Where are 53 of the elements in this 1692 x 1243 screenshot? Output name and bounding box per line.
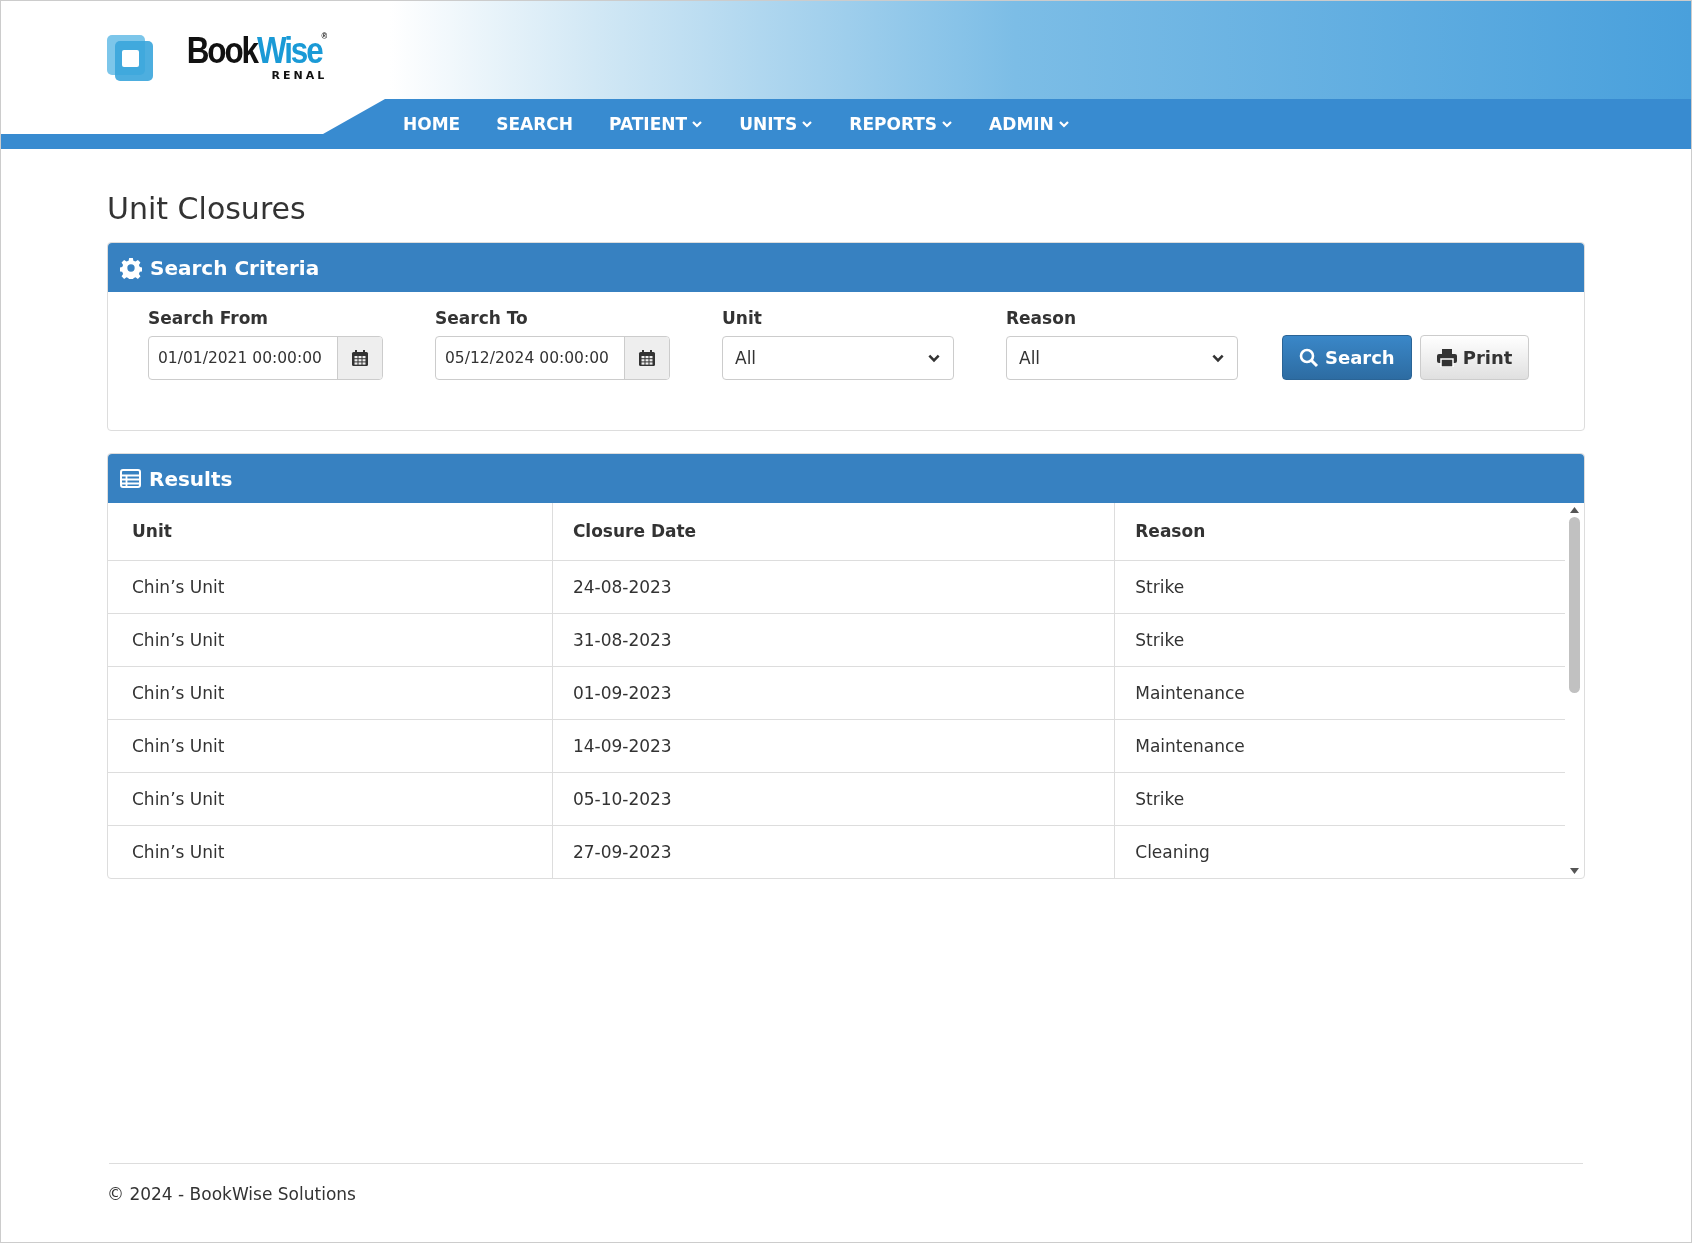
panel-title: Results bbox=[149, 466, 233, 491]
field-label: Unit bbox=[722, 308, 763, 328]
table-cell: Strike bbox=[1114, 772, 1565, 825]
table-cell: Strike bbox=[1114, 613, 1565, 666]
field-label: Search To bbox=[435, 308, 529, 328]
panel-title: Search Criteria bbox=[150, 255, 320, 280]
print-button[interactable]: Print bbox=[1419, 335, 1530, 380]
calendar-icon bbox=[638, 349, 656, 367]
gear-icon bbox=[120, 256, 142, 279]
calendar-button[interactable] bbox=[337, 337, 382, 379]
table-cell: 05-10-2023 bbox=[552, 772, 1115, 825]
logo-wordmark: BookWise® bbox=[186, 32, 328, 69]
table-cell: Chin’s Unit bbox=[108, 772, 553, 825]
nav-link[interactable]: REPORTS bbox=[831, 114, 972, 134]
nav-link[interactable]: SEARCH bbox=[478, 114, 592, 134]
column-header: Closure Date bbox=[552, 503, 1115, 560]
table-icon bbox=[120, 469, 141, 488]
search-icon bbox=[1299, 347, 1319, 368]
search-button[interactable]: Search bbox=[1282, 335, 1412, 380]
table-cell: Strike bbox=[1114, 560, 1565, 613]
table-cell: Chin’s Unit bbox=[108, 560, 553, 613]
table-cell: 31-08-2023 bbox=[552, 613, 1115, 666]
table-cell: Chin’s Unit bbox=[108, 666, 553, 719]
select-dropdown[interactable]: All bbox=[722, 336, 954, 380]
page-title: Unit Closures bbox=[107, 191, 307, 226]
table-cell: 14-09-2023 bbox=[552, 719, 1115, 772]
logo-subtitle: RENAL bbox=[271, 69, 328, 82]
table-cell: 01-09-2023 bbox=[552, 666, 1115, 719]
scroll-down-icon[interactable] bbox=[1570, 868, 1579, 874]
table-cell: Chin’s Unit bbox=[108, 825, 553, 878]
nav-link[interactable]: ADMIN bbox=[971, 114, 1088, 134]
scroll-up-icon[interactable] bbox=[1570, 507, 1579, 513]
calendar-button[interactable] bbox=[624, 337, 669, 379]
column-header: Unit bbox=[108, 503, 553, 560]
nav-link[interactable]: HOME bbox=[385, 114, 479, 134]
table-cell: Maintenance bbox=[1114, 666, 1565, 719]
footer-text: © 2024 - BookWise Solutions bbox=[107, 1184, 357, 1204]
column-header: Reason bbox=[1114, 503, 1565, 560]
calendar-icon bbox=[351, 349, 369, 367]
field-label: Reason bbox=[1006, 308, 1077, 328]
nav-link[interactable]: PATIENT bbox=[591, 114, 722, 134]
table-cell: 24-08-2023 bbox=[552, 560, 1115, 613]
select-dropdown[interactable]: All bbox=[1006, 336, 1238, 380]
table-cell: Chin’s Unit bbox=[108, 613, 553, 666]
nav-link[interactable]: UNITS bbox=[721, 114, 832, 134]
field-label: Search From bbox=[148, 308, 270, 328]
table-cell: 27-09-2023 bbox=[552, 825, 1115, 878]
table-cell: Maintenance bbox=[1114, 719, 1565, 772]
table-cell: Chin’s Unit bbox=[108, 719, 553, 772]
date-field[interactable]: 05/12/2024 00:00:00 bbox=[435, 336, 670, 380]
date-field[interactable]: 01/01/2021 00:00:00 bbox=[148, 336, 383, 380]
printer-icon bbox=[1436, 348, 1457, 367]
table-cell: Cleaning bbox=[1114, 825, 1565, 878]
